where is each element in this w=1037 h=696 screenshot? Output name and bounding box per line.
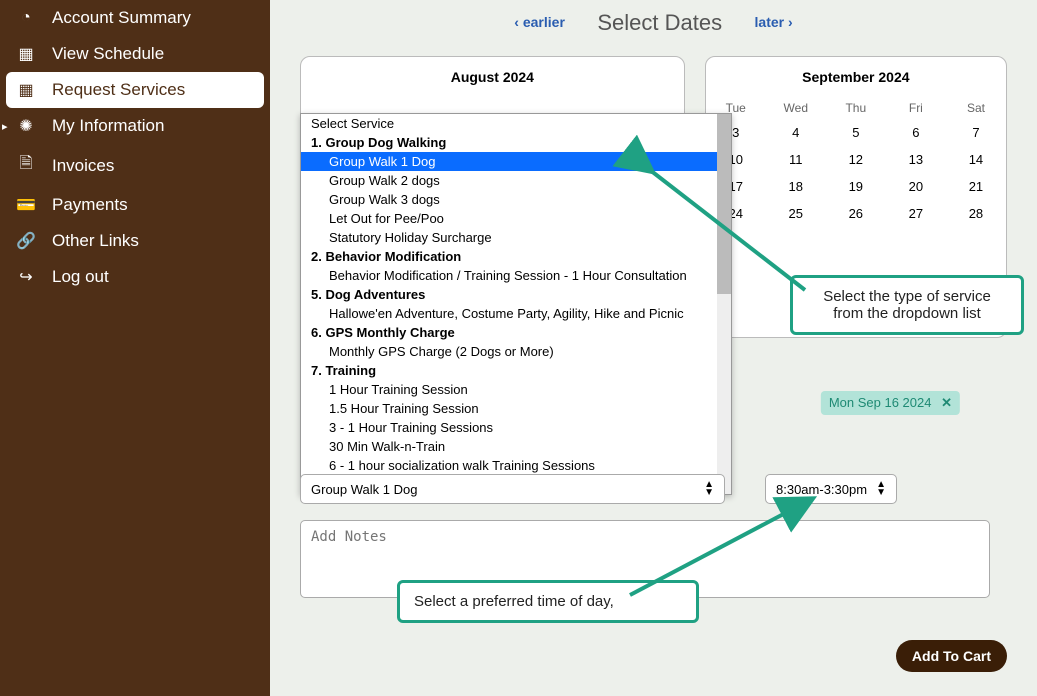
dow-label: Fri [886, 97, 946, 119]
dropdown-option[interactable]: Monthly GPS Charge (2 Dogs or More) [301, 342, 731, 361]
dropdown-header: Select Service [301, 114, 731, 133]
sidebar-item-logout[interactable]: ↪ Log out [0, 259, 270, 295]
calendar-day[interactable]: 27 [886, 200, 946, 227]
dropdown-group: 1. Group Dog Walking [301, 133, 731, 152]
dropdown-group: 7. Training [301, 361, 731, 380]
dow-label: Sat [946, 97, 1006, 119]
dropdown-option[interactable]: 6 - 1 hour socialization walk Training S… [301, 456, 731, 475]
sidebar-item-account-summary[interactable]: ◔ Account Summary [0, 0, 270, 36]
sidebar-item-label: View Schedule [52, 44, 164, 64]
paw-icon: ✺ [14, 116, 38, 136]
top-nav: ‹ earlier Select Dates later › [300, 10, 1007, 36]
sidebar: ◔ Account Summary ▦ View Schedule ▦ Requ… [0, 0, 270, 696]
dropdown-group: 6. GPS Monthly Charge [301, 323, 731, 342]
selected-date-pill[interactable]: Mon Sep 16 2024 ✕ [821, 391, 960, 415]
link-icon: 🔗 [14, 231, 38, 251]
document-icon: 🗎 [14, 152, 38, 179]
card-icon: 💳 [14, 195, 38, 215]
sidebar-item-view-schedule[interactable]: ▦ View Schedule [0, 36, 270, 72]
calendar-title: August 2024 [301, 57, 684, 97]
sidebar-item-request-services[interactable]: ▦ Request Services [6, 72, 264, 108]
callout-service: Select the type of service from the drop… [790, 275, 1024, 335]
page-title: Select Dates [597, 10, 722, 36]
calendar-day[interactable]: 20 [886, 173, 946, 200]
calendar-day[interactable]: 7 [946, 119, 1006, 146]
sidebar-item-my-information[interactable]: ✺ My Information [0, 108, 270, 144]
calendar-icon: ▦ [14, 44, 38, 64]
chevron-left-icon: ‹ [514, 14, 519, 30]
updown-icon: ▲▼ [876, 481, 886, 497]
dropdown-option[interactable]: 30 Min Walk-n-Train [301, 437, 731, 456]
sidebar-item-label: My Information [52, 116, 164, 136]
calendar-day[interactable]: 26 [826, 200, 886, 227]
arrow-icon [640, 160, 820, 325]
sidebar-item-label: Payments [52, 195, 128, 215]
calendar-day[interactable]: 28 [946, 200, 1006, 227]
calendar-day[interactable]: 13 [886, 146, 946, 173]
calendar-day[interactable]: 6 [886, 119, 946, 146]
sidebar-item-label: Request Services [52, 80, 185, 100]
dropdown-option[interactable]: 1 Hour Training Session [301, 380, 731, 399]
later-link[interactable]: later › [755, 14, 793, 30]
arrow-icon [620, 495, 820, 610]
dashboard-icon: ◔ [14, 9, 38, 27]
calendar-day[interactable]: 21 [946, 173, 1006, 200]
add-to-cart-button[interactable]: Add To Cart [896, 640, 1007, 672]
dropdown-option[interactable]: 3 - 1 Hour Training Sessions [301, 418, 731, 437]
calendar-day[interactable]: 19 [826, 173, 886, 200]
sidebar-item-label: Invoices [52, 156, 114, 176]
calendar-day[interactable]: 5 [826, 119, 886, 146]
calendar-day[interactable]: 12 [826, 146, 886, 173]
earlier-label: earlier [523, 14, 565, 30]
logout-icon: ↪ [14, 267, 38, 287]
selected-date-label: Mon Sep 16 2024 [829, 395, 932, 410]
dow-label: Wed [766, 97, 826, 119]
calendar-icon: ▦ [14, 80, 38, 100]
calendar-title: September 2024 [706, 57, 1006, 97]
service-select-value: Group Walk 1 Dog [311, 482, 417, 497]
sidebar-item-other-links[interactable]: 🔗 Other Links [0, 223, 270, 259]
calendar-day[interactable]: 4 [766, 119, 826, 146]
dow-label: Thu [826, 97, 886, 119]
calendar-day[interactable]: 14 [946, 146, 1006, 173]
sidebar-item-payments[interactable]: 💳 Payments [0, 187, 270, 223]
sidebar-item-label: Log out [52, 267, 109, 287]
sidebar-item-invoices[interactable]: 🗎 Invoices [0, 144, 270, 187]
earlier-link[interactable]: ‹ earlier [514, 14, 565, 30]
dropdown-option[interactable]: 1.5 Hour Training Session [301, 399, 731, 418]
chevron-right-icon: › [788, 14, 793, 30]
remove-date-icon[interactable]: ✕ [941, 395, 952, 410]
sidebar-item-label: Account Summary [52, 8, 191, 28]
later-label: later [755, 14, 785, 30]
sidebar-item-label: Other Links [52, 231, 139, 251]
